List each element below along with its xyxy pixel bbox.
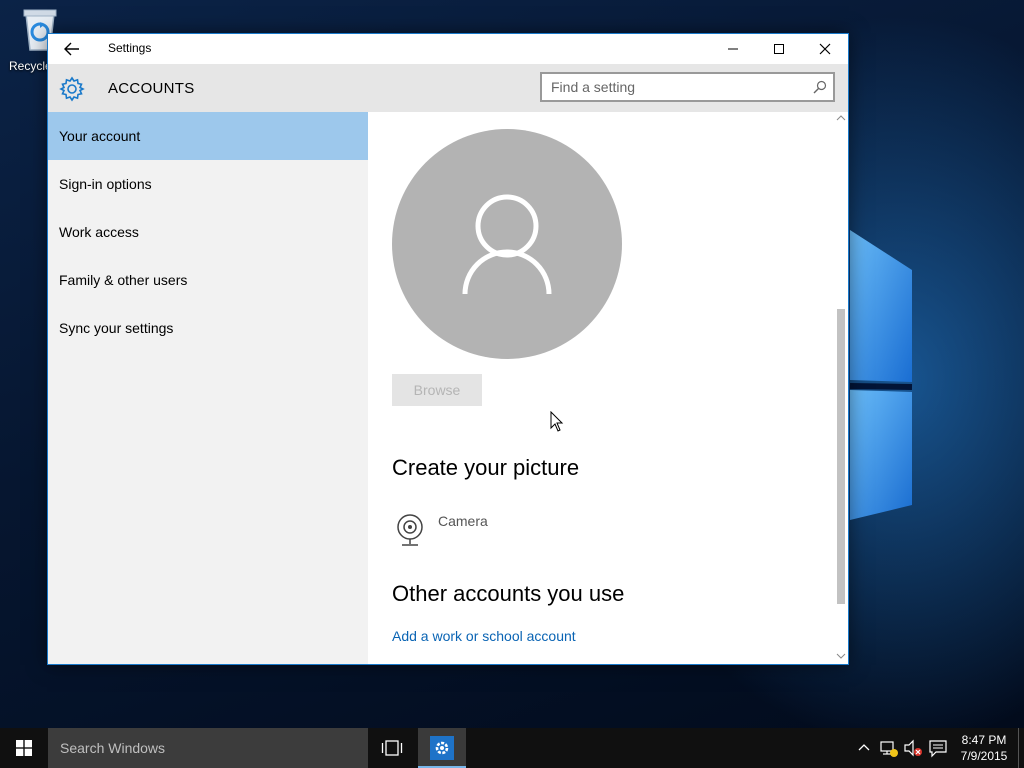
title-bar[interactable]: Settings [48,34,848,64]
taskbar: Search Windows 8:47 PM 7/9/2015 [0,728,1024,768]
clock-date: 7/9/2015 [960,749,1008,763]
taskbar-settings-app[interactable] [418,728,466,768]
action-center-icon[interactable] [928,738,948,758]
start-button[interactable] [0,728,48,768]
sidebar: Your account Sign-in options Work access… [48,112,368,664]
task-view-icon [381,740,403,756]
page-title: ACCOUNTS [108,80,195,97]
network-icon[interactable] [879,738,899,758]
gear-icon [435,741,449,755]
browse-button[interactable]: Browse [392,374,482,406]
settings-header: ACCOUNTS [48,64,848,112]
other-accounts-heading: Other accounts you use [392,581,625,606]
sidebar-item-label: Family & other users [59,272,188,288]
settings-app-tile [430,736,454,760]
sidebar-item-sign-in-options[interactable]: Sign-in options [48,160,368,208]
taskbar-search-box[interactable]: Search Windows [48,728,368,768]
main-content: Browse Create your picture Camera Other … [368,112,834,664]
windows-start-icon [16,740,32,756]
maximize-icon [774,44,784,54]
back-button[interactable] [58,38,86,60]
recycle-bin-label: Recycle [9,59,52,73]
gear-icon [59,76,85,102]
search-box[interactable] [540,72,835,102]
show-desktop-button[interactable] [1018,728,1024,768]
sidebar-item-label: Sync your settings [59,320,174,336]
minimize-button[interactable] [710,34,756,64]
sidebar-item-work-access[interactable]: Work access [48,208,368,256]
sidebar-item-label: Sign-in options [59,176,152,192]
sidebar-item-your-account[interactable]: Your account [48,112,368,160]
show-hidden-icons-chevron-icon[interactable] [856,738,872,758]
windows-logo-wallpaper [830,210,913,540]
sidebar-item-family-other-users[interactable]: Family & other users [48,256,368,304]
avatar [392,129,622,359]
sidebar-item-label: Work access [59,224,139,240]
taskbar-clock[interactable]: 8:47 PM 7/9/2015 [952,732,1016,764]
minimize-icon [728,48,738,50]
window-title: Settings [108,41,152,55]
search-icon[interactable] [813,80,827,94]
taskbar-search-placeholder: Search Windows [60,740,166,756]
user-icon [462,194,552,295]
search-input[interactable] [542,78,803,96]
add-work-school-account-link[interactable]: Add a work or school account [392,628,576,644]
task-view-button[interactable] [372,728,412,768]
maximize-button[interactable] [756,34,802,64]
sidebar-item-sync-settings[interactable]: Sync your settings [48,304,368,352]
scrollbar-thumb[interactable] [837,309,845,604]
sidebar-item-label: Your account [59,128,141,144]
settings-window: Settings ACCOUNTS Your accoun [47,33,849,665]
volume-muted-icon[interactable] [903,738,923,758]
close-icon [819,43,831,55]
back-arrow-icon [64,42,79,56]
scroll-down-arrow-icon[interactable] [836,652,846,660]
scrollbar[interactable] [834,112,848,664]
camera-label[interactable]: Camera [438,513,488,529]
scroll-up-arrow-icon[interactable] [836,114,846,122]
close-button[interactable] [802,34,848,64]
mouse-pointer-icon [550,411,564,432]
camera-icon[interactable] [394,512,426,550]
create-picture-heading: Create your picture [392,455,580,480]
clock-time: 8:47 PM [961,733,1007,747]
